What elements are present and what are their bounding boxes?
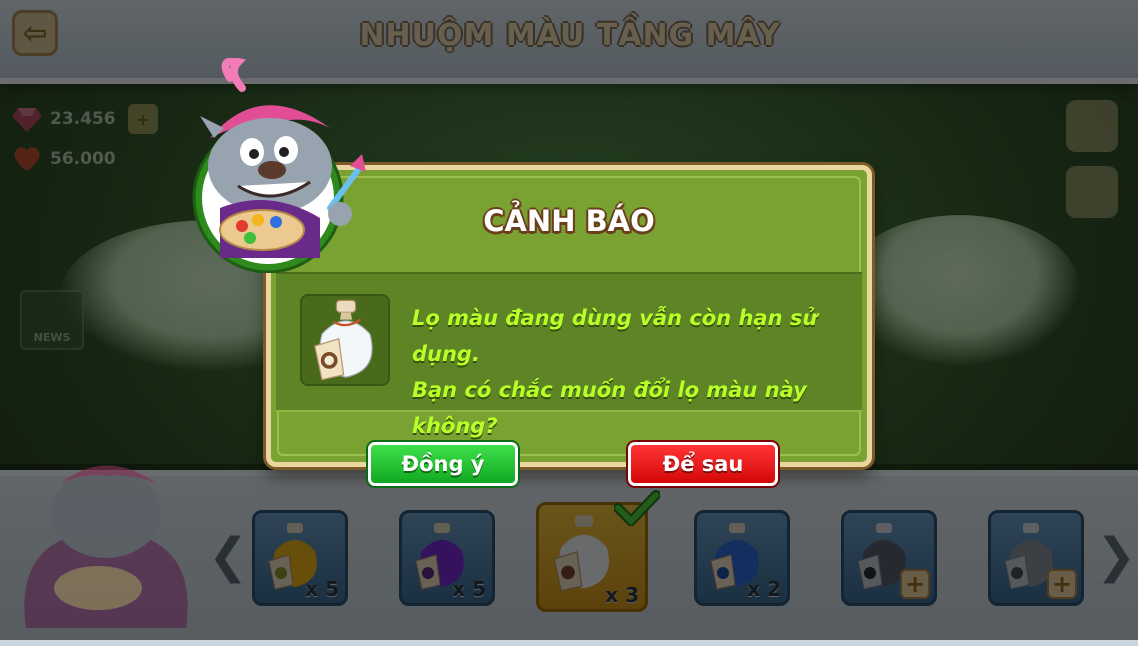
dialog-message: Lọ màu đang dùng vẫn còn hạn sử dụng. Bạ… xyxy=(412,300,862,444)
confirm-button[interactable]: Đồng ý xyxy=(368,442,518,486)
dialog-item-box xyxy=(300,294,390,386)
dialog-message-line-1: Lọ màu đang dùng vẫn còn hạn sử dụng. xyxy=(412,306,818,366)
dialog-message-band: Lọ màu đang dùng vẫn còn hạn sử dụng. Bạ… xyxy=(276,272,862,438)
wolf-painter-mascot xyxy=(192,58,366,273)
dialog-message-line-2: Bạn có chắc muốn đổi lọ màu này không? xyxy=(412,378,807,438)
white-dye-bottle-icon xyxy=(314,299,373,381)
later-button[interactable]: Để sau xyxy=(628,442,778,486)
